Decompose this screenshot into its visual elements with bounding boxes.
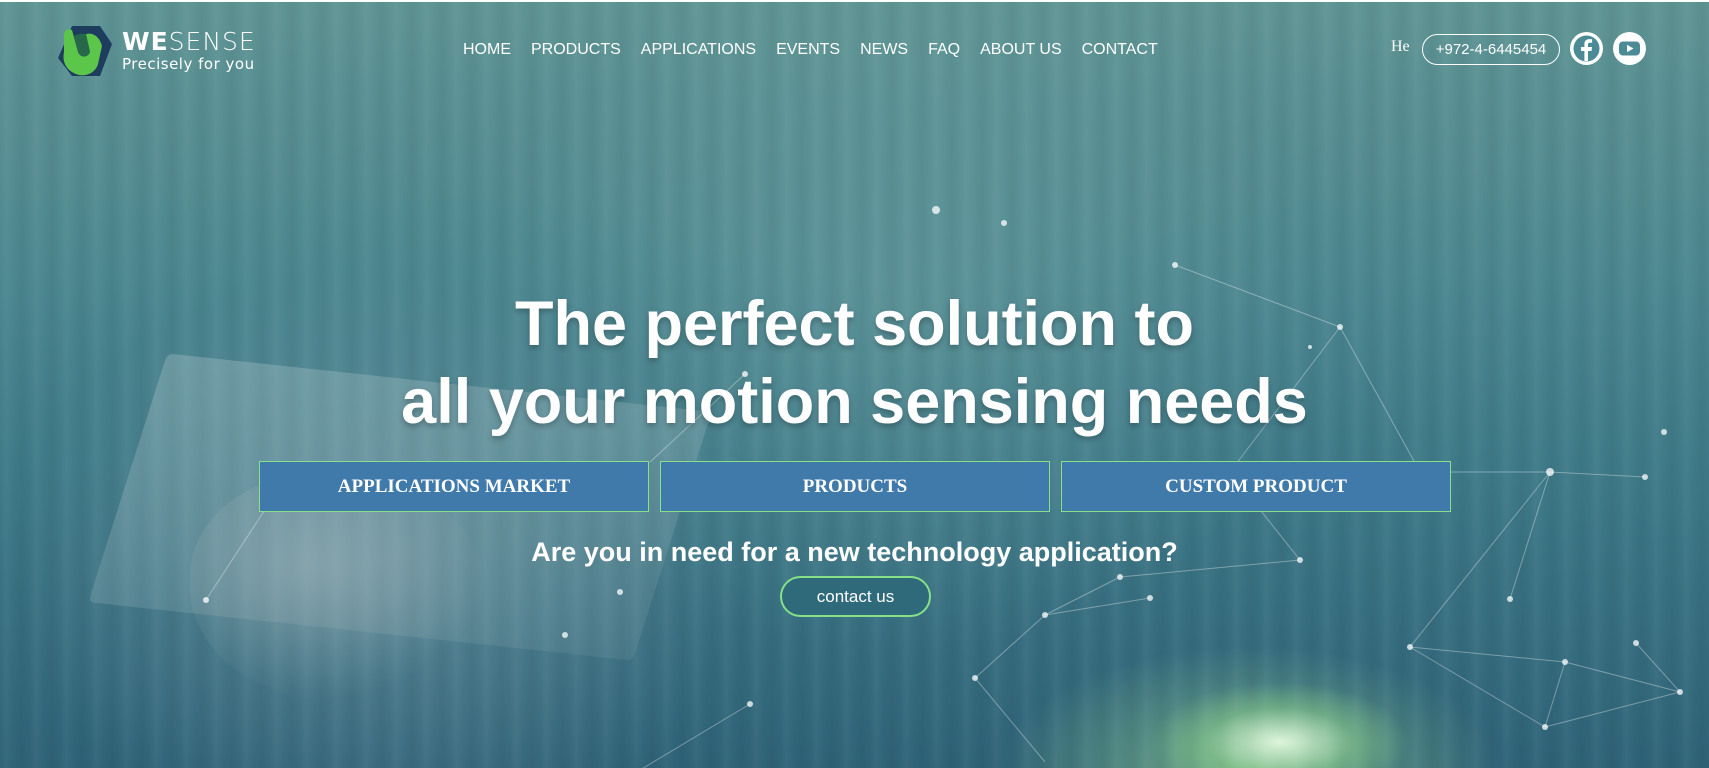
nav-applications[interactable]: APPLICATIONS [641, 40, 756, 60]
nav-news[interactable]: NEWS [860, 40, 908, 60]
brand-tagline: Precisely for you [122, 55, 255, 73]
products-button[interactable]: PRODUCTS [660, 461, 1050, 512]
brand-name-bold: WE [122, 27, 169, 56]
hero-headline: The perfect solution to all your motion … [0, 285, 1709, 441]
nav-faq[interactable]: FAQ [928, 40, 960, 60]
youtube-button[interactable] [1613, 32, 1646, 65]
brand-logo[interactable]: WESENSE Precisely for you [56, 24, 256, 78]
brand-text: WESENSE Precisely for you [122, 29, 256, 74]
language-switch[interactable]: He [1391, 38, 1410, 56]
brand-name-light: SENSE [168, 27, 256, 56]
hero-cta-row: APPLICATIONS MARKET PRODUCTS CUSTOM PROD… [259, 461, 1451, 512]
wesense-logo-icon [58, 26, 112, 76]
brand-name: WESENSE [122, 29, 256, 55]
phone-button[interactable]: +972-4-6445454 [1422, 34, 1560, 65]
facebook-icon [1573, 35, 1600, 62]
youtube-icon [1619, 41, 1640, 56]
hero-headline-line1: The perfect solution to [514, 289, 1194, 359]
nav-products[interactable]: PRODUCTS [531, 40, 621, 60]
main-nav: HOME PRODUCTS APPLICATIONS EVENTS NEWS F… [463, 40, 1178, 60]
nav-home[interactable]: HOME [463, 40, 511, 60]
facebook-button[interactable] [1570, 32, 1603, 65]
nav-contact[interactable]: CONTACT [1082, 40, 1158, 60]
contact-us-button[interactable]: contact us [780, 576, 931, 617]
hero-subline: Are you in need for a new technology app… [531, 537, 1178, 567]
hero-headline-line2: all your motion sensing needs [401, 367, 1308, 437]
applications-market-button[interactable]: APPLICATIONS MARKET [259, 461, 649, 512]
custom-product-button[interactable]: CUSTOM PRODUCT [1061, 461, 1451, 512]
nav-about-us[interactable]: ABOUT US [980, 40, 1062, 60]
nav-events[interactable]: EVENTS [776, 40, 840, 60]
